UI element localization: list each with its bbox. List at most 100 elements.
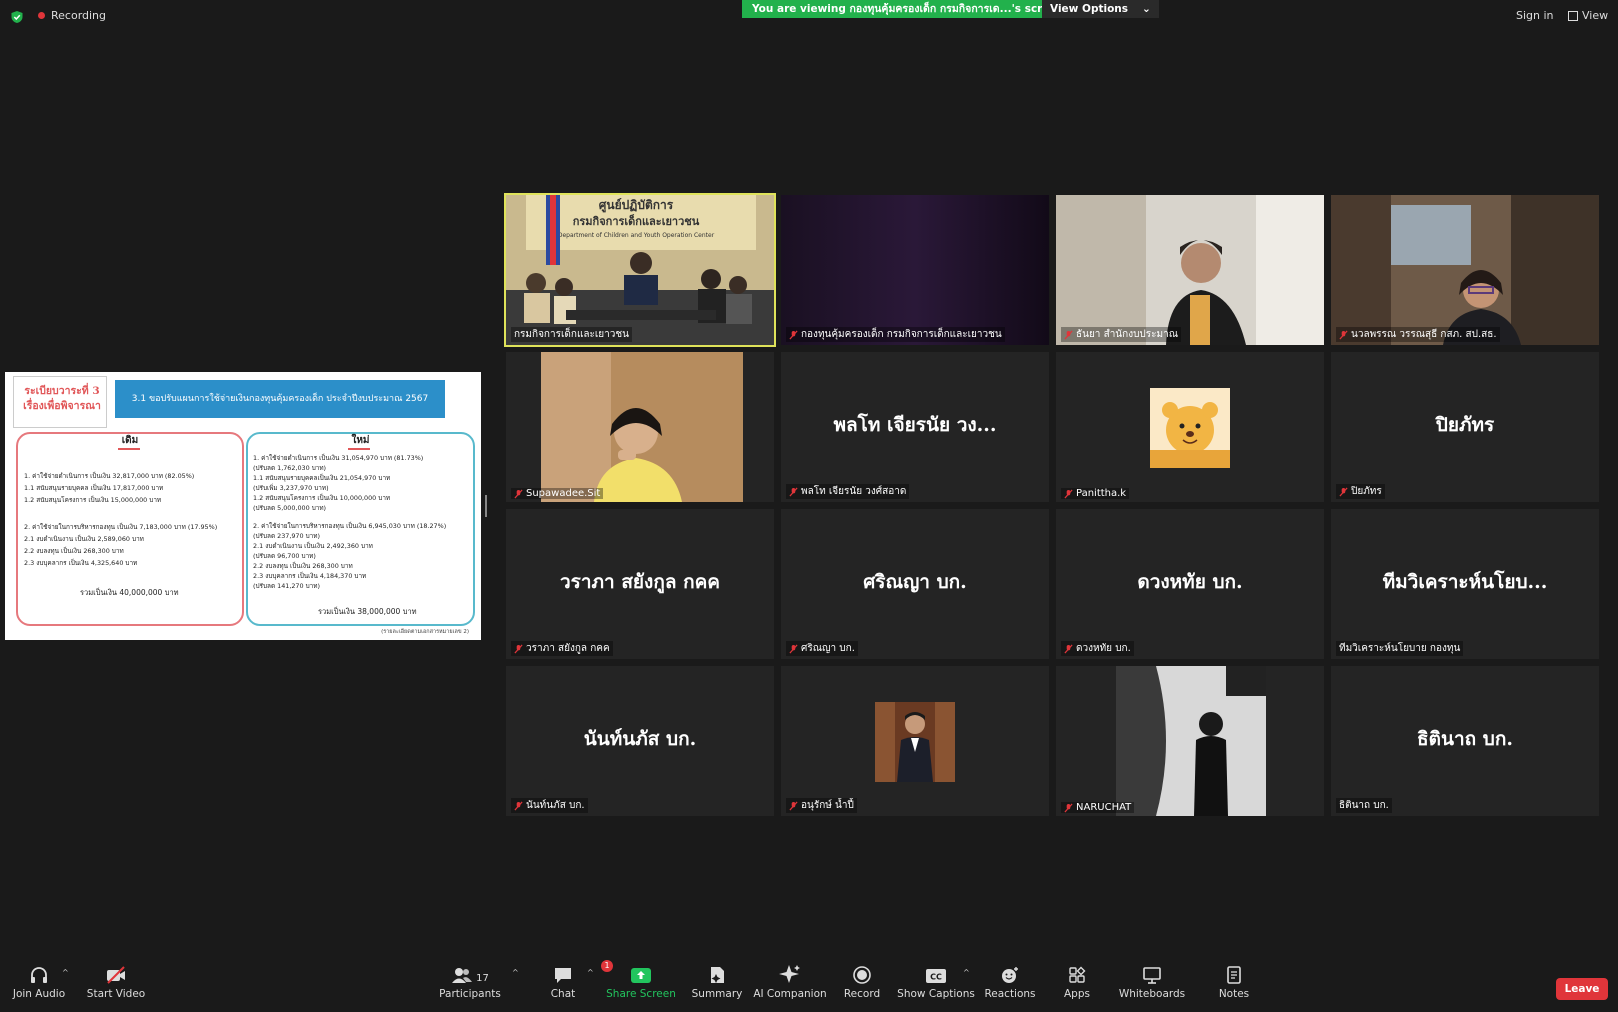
captions-cc-icon: CC [926,969,946,983]
man-suit-avatar-image [875,702,955,782]
whiteboard-icon [1143,967,1161,984]
video-tile[interactable]: ทีมวิเคราะห์นโยบ... ทีมวิเคราะห์นโยบาย ก… [1331,509,1599,659]
participant-name-label: ศริณญา บก. [786,641,858,656]
video-tile[interactable]: นันท์นภัส บก. นันท์นภัส บก. [506,666,774,816]
video-tile[interactable]: วราภา สยังกูล กคค วราภา สยังกูล กคค [506,509,774,659]
video-tile[interactable]: ธิตินาถ บก. ธิตินาถ บก. [1331,666,1599,816]
notes-button[interactable]: Notes [1189,962,1279,1000]
start-video-button[interactable]: Start Video [71,962,161,1000]
participant-name-label: อนุรักษ์ น้ำปี้ [786,798,857,813]
woman-office-video [1331,195,1599,345]
muted-mic-icon [1064,330,1073,339]
video-tile[interactable]: นวลพรรณ วรรณสุธี กสภ. สป.สธ. [1331,195,1599,345]
notes-label: Notes [1218,988,1250,1000]
participant-name-label: Panittha.k [1061,488,1130,499]
video-tile[interactable]: Panittha.k [1056,352,1324,502]
participant-name-label: วราภา สยังกูล กคค [511,641,613,656]
new-line: 2. ค่าใช้จ่ายในการบริหารกองทุน เป็นเงิน … [253,522,447,530]
agenda-line-2: เรื่องเพื่อพิจารณา [23,400,101,412]
new-line: (ปรับลด 96,700 บาท) [253,552,316,560]
participant-name: ปิยภัทร [1351,486,1382,497]
participant-name: กองทุนคุ้มครองเด็ก กรมกิจการเด็กและเยาวช… [801,329,1002,340]
slide-footnote: (รายละเอียดตามเอกสารหมายเลข 2) [381,629,469,635]
new-line: 2.1 งบดำเนินงาน เป็นเงิน 2,492,360 บาท [253,542,373,550]
audio-options-caret-icon[interactable]: ^ [62,968,69,977]
notes-icon [1227,966,1241,984]
muted-mic-icon [789,801,798,810]
headphones-icon [31,967,47,983]
svg-text:CC: CC [930,973,942,982]
muted-mic-icon [1339,330,1348,339]
muted-mic-icon [789,644,798,653]
new-heading-underline [348,448,370,450]
svg-text:Department of Children and You: Department of Children and Youth Operati… [558,232,715,239]
new-line: (ปรับลด 141,270 บาท) [253,582,320,590]
participants-button[interactable]: 17 Participants [425,962,515,1000]
new-line: 1.2 สนับสนุนโครงการ เป็นเงิน 10,000,000 … [253,494,391,502]
old-heading: เดิม [121,435,139,446]
video-tile[interactable]: Supawadee.Sit [506,352,774,502]
chat-button[interactable]: 1 Chat [518,960,613,1000]
old-heading-underline [118,448,140,450]
old-line: 1.2 สนับสนุนโครงการ เป็นเงิน 15,000,000 … [24,496,162,504]
view-button[interactable]: View [1568,9,1608,22]
new-line: 1.1 สนับสนุนรายบุคคลเป็นเงิน 21,054,970 … [253,474,391,482]
video-tile[interactable]: ปิยภัทร ปิยภัทร [1331,352,1599,502]
whiteboards-label: Whiteboards [1118,988,1186,1000]
recording-indicator[interactable]: Recording [38,9,106,22]
chevron-down-icon: ⌄ [1142,3,1151,15]
pooh-avatar-image [1150,388,1230,468]
participant-display-name: นันท์นภัส บก. [583,728,697,750]
old-total: รวมเป็นเงิน 40,000,000 บาท [80,588,179,597]
whiteboards-button[interactable]: Whiteboards [1107,962,1197,1000]
woman-yellow-video [506,352,774,502]
new-heading: ใหม่ [351,435,370,446]
muted-mic-icon [789,487,798,496]
participant-name: พลโท เจียรนัย วงศ์สอาด [801,486,907,497]
recording-label: Recording [51,9,107,22]
new-plan-box: ใหม่ 1. ค่าใช้จ่ายดำเนินการ เป็นเงิน 31,… [246,432,475,626]
shield-icon[interactable] [10,10,24,24]
video-tile[interactable]: อนุรักษ์ น้ำปี้ [781,666,1049,816]
old-plan-box: เดิม 1. ค่าใช้จ่ายดำเนินการ เป็นเงิน 32,… [16,432,244,626]
participant-display-name: ธิตินาถ บก. [1417,728,1513,750]
muted-mic-icon [514,801,523,810]
old-line: 2. ค่าใช้จ่ายในการบริหารกองทุน เป็นเงิน … [24,523,218,531]
video-tile[interactable]: พลโท เจียรนัย วง... พลโท เจียรนัย วงศ์สอ… [781,352,1049,502]
participant-name: กรมกิจการเด็กและเยาวชน [514,329,630,340]
participant-name-label: ทีมวิเคราะห์นโยบาย กองทุน [1336,641,1464,656]
video-tile[interactable]: ศูนย์ปฏิบัติการ กรมกิจการเด็กและเยาวชน D… [504,193,776,347]
muted-mic-icon [514,489,523,498]
participant-name: อนุรักษ์ น้ำปี้ [801,800,854,811]
participant-display-name: ดวงหทัย บก. [1137,571,1243,593]
sign-in-button[interactable]: Sign in [1516,9,1554,22]
new-line: (ปรับลด 237,970 บาท) [253,532,320,540]
participant-display-name: พลโท เจียรนัย วง... [833,414,997,436]
participant-name: นันท์นภัส บก. [526,800,585,811]
participants-count: 17 [476,973,489,984]
leave-button[interactable]: Leave [1556,978,1608,1000]
dark-curtain-video [781,195,1049,345]
view-options-button[interactable]: View Options ⌄ [1042,0,1159,18]
viewing-banner: You are viewing กองทุนคุ้มครองเด็ก กรมกิ… [742,0,1075,18]
video-tile[interactable]: ศริณญา บก. ศริณญา บก. [781,509,1049,659]
video-tile[interactable]: ดวงหทัย บก. ดวงหทัย บก. [1056,509,1324,659]
grid-view-icon [1568,10,1578,21]
ai-companion-label: AI Companion [753,988,827,1000]
video-tile[interactable]: กองทุนคุ้มครองเด็ก กรมกิจการเด็กและเยาวช… [781,195,1049,345]
share-screen-label: Share Screen [606,988,676,1000]
new-line: 2.3 งบบุคลากร เป็นเงิน 4,184,370 บาท [253,572,367,580]
new-line: 1. ค่าใช้จ่ายดำเนินการ เป็นเงิน 31,054,9… [253,454,424,462]
video-tile[interactable]: ธันยา สำนักงบประมาณ [1056,195,1324,345]
apps-grid-icon [1069,966,1086,983]
reactions-label: Reactions [984,988,1036,1000]
chat-options-caret-icon[interactable]: ^ [587,968,594,977]
muted-mic-icon [1064,489,1073,498]
split-resize-handle[interactable] [485,495,487,517]
chat-icon [555,968,571,983]
conference-room-video: ศูนย์ปฏิบัติการ กรมกิจการเด็กและเยาวชน D… [506,195,774,345]
old-line: 2.3 งบบุคลากร เป็นเงิน 4,325,640 บาท [24,559,138,567]
participant-name-label: นันท์นภัส บก. [511,798,588,813]
participant-name-label: Supawadee.Sit [511,488,604,499]
video-tile[interactable]: NARUCHAT [1056,666,1324,816]
